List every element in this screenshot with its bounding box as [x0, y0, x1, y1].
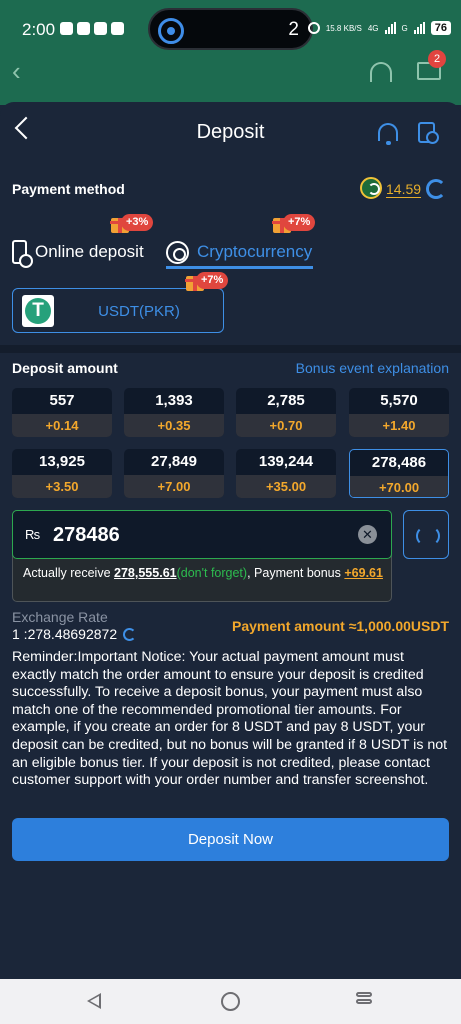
- status-bar: 2:00 2 15.8 KB/S 4G G 76: [0, 0, 461, 50]
- title-row: Deposit: [0, 102, 461, 164]
- channel-usdt-pkr[interactable]: USDT(PKR): [12, 288, 224, 333]
- amount-bonus: +7.00: [124, 475, 224, 498]
- active-tab-indicator: [166, 266, 313, 269]
- deposit-sheet: Deposit Payment method 14.59 Online depo…: [0, 102, 461, 979]
- section-divider: [0, 345, 461, 353]
- wallet-balance: 14.59: [386, 181, 422, 198]
- amount-bonus: +3.50: [12, 475, 112, 498]
- system-nav-bar: [0, 979, 461, 1024]
- media-pill[interactable]: 2: [148, 8, 313, 50]
- refresh-balance-icon[interactable]: [426, 179, 446, 199]
- bonus-percent: +3%: [121, 214, 154, 231]
- swap-currency-button[interactable]: [403, 510, 449, 559]
- battery-icon: 76: [430, 21, 451, 35]
- amount-option[interactable]: 27,849 +7.00: [124, 449, 224, 498]
- signal-icon: [384, 22, 396, 34]
- status-time: 2:00: [22, 20, 56, 39]
- exchange-rate-label: Exchange Rate: [12, 609, 108, 625]
- net-type-2: G: [401, 23, 408, 33]
- app-icon: [94, 22, 107, 35]
- chat-icon: [60, 22, 73, 35]
- system-status: 15.8 KB/S 4G G 76: [307, 21, 451, 35]
- bonus-event-link[interactable]: Bonus event explanation: [296, 360, 449, 376]
- deposit-record-icon[interactable]: [418, 122, 439, 144]
- payment-amount: Payment amount ≈1,000.00USDT: [232, 618, 449, 634]
- amount-value: 13,925: [39, 453, 85, 470]
- currency-symbol: ₨: [25, 527, 41, 542]
- broadcast-icon: [158, 18, 184, 44]
- payment-bonus-amount: +69.61: [344, 566, 383, 580]
- tab-label: Cryptocurrency: [197, 242, 313, 261]
- amount-option[interactable]: 13,925 +3.50: [12, 449, 112, 498]
- amount-bonus: +70.00: [350, 476, 448, 497]
- amount-value: 139,244: [258, 453, 314, 470]
- amount-bonus: +0.70: [236, 414, 336, 437]
- amount-input-box: ₨ ✕ Actually receive 278,555.61(don't fo…: [12, 510, 392, 602]
- receive-summary: Actually receive 278,555.61(don't forget…: [23, 565, 383, 582]
- amount-option[interactable]: 5,570 +1.40: [349, 388, 449, 437]
- refresh-rate-icon[interactable]: [123, 627, 137, 641]
- pakistan-flag-icon: [360, 177, 382, 199]
- nav-recents-icon[interactable]: [356, 992, 372, 1011]
- crypto-coin-icon: [166, 240, 189, 264]
- bonus-percent: +7%: [196, 272, 229, 289]
- net-speed: 15.8 KB/S: [325, 23, 362, 33]
- customer-support-icon[interactable]: [378, 123, 398, 145]
- amount-value: 2,785: [267, 392, 305, 409]
- amount-value: 1,393: [155, 392, 193, 409]
- tether-logo-icon: [22, 295, 54, 327]
- channel-label: USDT(PKR): [98, 303, 180, 320]
- deposit-now-button[interactable]: Deposit Now: [12, 818, 449, 861]
- mobile-payment-icon: [12, 240, 33, 268]
- amount-option[interactable]: 1,393 +0.35: [124, 388, 224, 437]
- amount-value: 557: [49, 392, 75, 409]
- nav-home-icon[interactable]: [221, 992, 240, 1011]
- balance-box: 14.59: [358, 176, 448, 202]
- tab-online-deposit[interactable]: Online deposit: [12, 232, 144, 272]
- mail-badge: 2: [428, 50, 446, 68]
- amount-option[interactable]: 557 +0.14: [12, 388, 112, 437]
- exchange-rate-value: 1 :278.48692872: [12, 626, 118, 642]
- facebook-icon: [111, 22, 124, 35]
- tab-label: Online deposit: [35, 242, 144, 261]
- reminder-notice: Reminder:Important Notice: Your actual p…: [12, 649, 448, 789]
- background-header: ‹ 2: [0, 50, 461, 105]
- amount-bonus: +0.35: [124, 414, 224, 437]
- amount-bonus: +0.14: [12, 414, 112, 437]
- signal-icon-2: [413, 22, 425, 34]
- bonus-prefix: , Payment bonus: [247, 566, 341, 580]
- background-headset-icon: [370, 62, 392, 82]
- media-number: 2: [288, 19, 299, 40]
- amount-option[interactable]: 2,785 +0.70: [236, 388, 336, 437]
- receive-amount: 278,555.61: [114, 566, 177, 580]
- amount-value: 278,486: [371, 454, 427, 471]
- amount-option-selected[interactable]: 278,486 +70.00: [349, 449, 449, 498]
- notification-icons: [60, 22, 124, 35]
- bonus-percent: +7%: [283, 214, 316, 231]
- gmail-icon: [77, 22, 90, 35]
- amount-value: 27,849: [151, 453, 197, 470]
- amount-input-field[interactable]: ₨ ✕: [12, 510, 392, 559]
- amount-bonus: +35.00: [236, 475, 336, 498]
- amount-value: 5,570: [380, 392, 418, 409]
- clear-input-icon[interactable]: ✕: [358, 525, 377, 544]
- amount-input[interactable]: [53, 521, 353, 549]
- background-back-icon: ‹: [12, 56, 21, 86]
- exchange-rate: 1 :278.48692872: [12, 626, 137, 642]
- amount-option[interactable]: 139,244 +35.00: [236, 449, 336, 498]
- nav-back-icon[interactable]: [87, 993, 101, 1009]
- receive-reminder: (don't forget): [176, 566, 248, 580]
- receive-prefix: Actually receive: [23, 566, 111, 580]
- net-type-1: 4G: [367, 23, 379, 33]
- amount-bonus: +1.40: [349, 414, 449, 437]
- deposit-amount-label: Deposit amount: [12, 360, 118, 376]
- payment-method-label: Payment method: [12, 181, 125, 197]
- alarm-icon: [307, 22, 320, 34]
